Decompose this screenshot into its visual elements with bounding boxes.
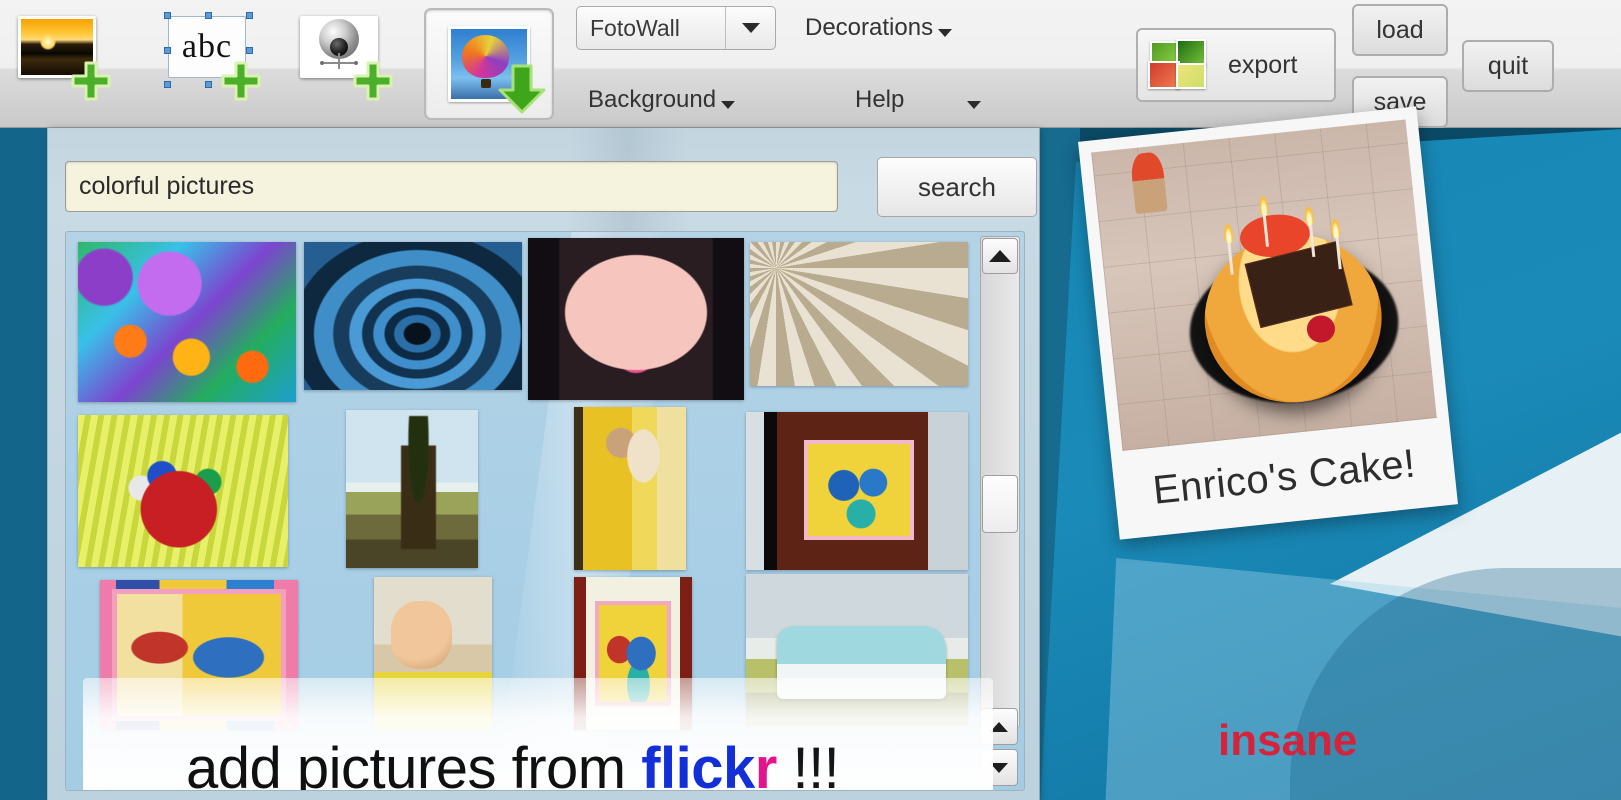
top-toolbar: abc FotoWall Decorations Background Help… [0,0,1621,128]
result-thumbnail[interactable] [746,412,968,570]
search-button[interactable]: search [877,157,1037,217]
plus-icon [70,60,112,102]
add-text-button[interactable]: abc [160,8,268,104]
export-photos-icon [1148,39,1214,91]
plus-icon [220,60,262,102]
polaroid-item[interactable]: Enrico's Cake! [1078,106,1458,540]
selection-handle[interactable] [164,12,171,19]
result-thumbnail[interactable] [750,242,968,386]
result-thumbnail[interactable] [78,415,288,567]
quit-button[interactable]: quit [1462,40,1554,92]
app-menu-label: FotoWall [590,14,680,41]
download-arrow-icon [496,62,548,116]
selection-handle[interactable] [205,81,212,88]
add-flickr-button[interactable] [424,8,554,120]
menu-background-label: Background [588,86,717,113]
chevron-down-icon [967,101,982,109]
plus-icon [352,60,394,102]
result-thumbnail[interactable] [346,410,478,568]
export-button[interactable]: export [1136,28,1336,102]
search-input[interactable] [65,161,838,212]
flickr-brand-pink: r [754,736,778,791]
result-thumbnail[interactable] [528,238,744,400]
selection-handle[interactable] [164,47,171,54]
fotowall-window: abc FotoWall Decorations Background Help… [0,0,1621,800]
flickr-panel: search [47,128,1040,800]
search-row: search [65,157,1037,217]
chevron-down-icon [938,29,953,37]
chevron-down-icon[interactable] [725,7,775,49]
results-scrollbar[interactable] [980,236,1020,728]
result-thumbnail[interactable] [574,407,686,570]
chevron-down-icon [721,101,736,109]
selection-handle[interactable] [246,12,253,19]
result-thumbnail[interactable] [78,242,296,402]
triangle-up-icon [989,250,1011,262]
add-webcam-button[interactable] [292,8,400,104]
side-candle [1129,151,1168,215]
menu-background[interactable]: Background [588,86,736,114]
results-grid[interactable]: add pictures from flickr !!! [65,231,1025,791]
load-button[interactable]: load [1352,4,1448,56]
add-picture-button[interactable] [10,8,118,104]
result-thumbnail[interactable] [304,242,522,390]
menu-help-label: Help [855,86,905,113]
app-menu-combo[interactable]: FotoWall [576,6,776,50]
banner-text-before: add pictures from [186,736,642,791]
selection-handle[interactable] [164,81,171,88]
selection-handle[interactable] [246,47,253,54]
menu-help[interactable]: Help [855,86,982,114]
polaroid-photo [1091,119,1437,451]
menu-decorations[interactable]: Decorations [805,14,953,42]
banner-text-after: !!! [776,736,840,791]
scrollbar-thumb[interactable] [982,475,1018,533]
selection-handle[interactable] [205,12,212,19]
flickr-brand-blue: flick [641,736,755,791]
insane-text-item[interactable]: insane [1218,716,1357,766]
flickr-banner-caption: add pictures from flickr !!! [186,735,840,791]
menu-decorations-label: Decorations [805,14,934,41]
scroll-up-button[interactable] [982,238,1018,274]
export-label: export [1228,50,1298,79]
